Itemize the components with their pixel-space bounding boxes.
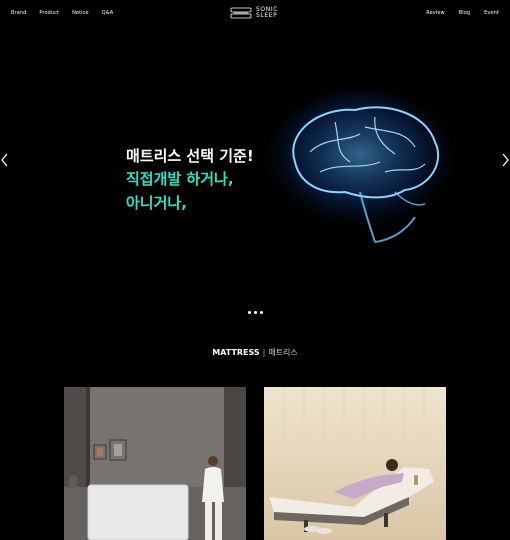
slide-dot[interactable] [254, 311, 257, 314]
hero-line-3: 아니거나, [126, 194, 187, 212]
logo[interactable]: SONIC SLEEP [230, 7, 278, 19]
logo-mark-icon [230, 7, 252, 19]
slide-dot[interactable] [260, 311, 263, 314]
slide-dot[interactable] [248, 311, 251, 314]
nav-right: Review Blog Event [412, 10, 499, 16]
section-title-ko: 매트리스 [268, 348, 298, 357]
chevron-left-icon[interactable] [0, 152, 10, 168]
chevron-right-icon[interactable] [500, 152, 510, 168]
nav-left: Brand Product Notice Q&A [11, 10, 126, 16]
product-card-mattress[interactable] [64, 387, 246, 540]
top-navigation: Brand Product Notice Q&A SONIC SLEEP Rev… [0, 0, 510, 28]
logo-text: SONIC SLEEP [256, 7, 278, 19]
nav-brand[interactable]: Brand [11, 10, 26, 16]
nav-blog[interactable]: Blog [459, 10, 470, 16]
hero-line-1: 매트리스 선택 기준! [126, 147, 254, 165]
woman-lying-on-adjustable-bed-image [264, 387, 446, 540]
woman-standing-with-mattress-image [64, 387, 246, 540]
nav-event[interactable]: Event [484, 10, 499, 16]
logo-line-2: SLEEP [256, 12, 278, 19]
section-title-separator: | [262, 348, 266, 357]
hero-headline: 매트리스 선택 기준! 직접개발 하거나, 아니거나, [126, 145, 254, 215]
nav-qna[interactable]: Q&A [102, 10, 114, 16]
product-card-adjustable-bed[interactable] [264, 387, 446, 540]
section-title-en: MATTRESS [212, 348, 260, 357]
slide-indicators [248, 311, 263, 314]
section-title: MATTRESS | 매트리스 [0, 347, 510, 358]
nav-notice[interactable]: Notice [72, 10, 89, 16]
nav-review[interactable]: Review [426, 10, 444, 16]
glowing-brain-image [265, 92, 455, 243]
hero-line-2: 직접개발 하거나, [126, 170, 234, 188]
nav-product[interactable]: Product [39, 10, 59, 16]
